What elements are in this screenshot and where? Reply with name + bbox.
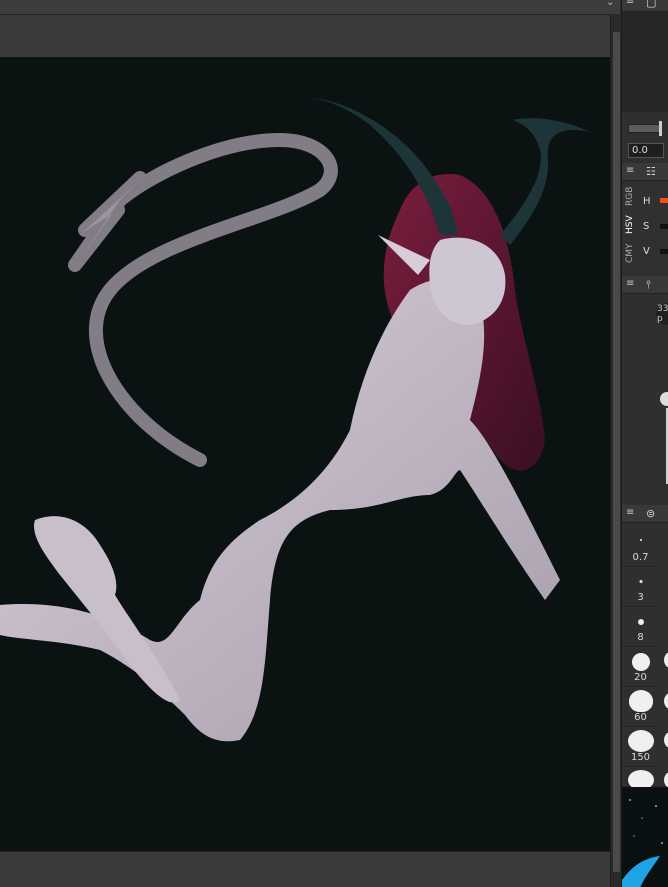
hue-slider[interactable] [660, 198, 668, 203]
canvas-toolbar [0, 14, 610, 57]
brush-size-value: 3 [637, 592, 644, 603]
brush-size-value: 8 [637, 632, 644, 643]
window-icon[interactable]: ▢ [646, 0, 656, 10]
scrollbar-thumb[interactable] [613, 32, 620, 872]
brush-size-item[interactable] [622, 767, 659, 790]
opacity-field[interactable]: 0.0 [628, 143, 664, 158]
brush-size-item[interactable]: 150 [622, 727, 659, 767]
artwork-painting [0, 98, 590, 742]
pen-panel-header: ≡ ⫯ [622, 276, 668, 294]
right-dock-panel: ≡ ▢ 0.0 ≡ ☷ RGB HSV CMY H S V ≡ ⫯ 33 p ≡… [621, 0, 668, 887]
value-label: V [643, 246, 650, 257]
brush-size-item[interactable]: 3 [622, 567, 659, 607]
brush-dot-icon [628, 690, 653, 712]
top-menu-strip [0, 0, 620, 14]
brush-size-value: 150 [630, 752, 651, 763]
drawing-canvas[interactable] [0, 57, 610, 851]
brush-size-list: 0.7 3 8 20 60 150 [622, 527, 668, 790]
brush-size-item[interactable]: 8 [622, 607, 659, 647]
panel-header-top: ≡ ▢ [622, 0, 668, 12]
navigator-image [622, 799, 663, 887]
brush-size-item[interactable]: 0.7 [622, 527, 659, 567]
navigator-preview[interactable] [622, 787, 668, 887]
brush-size-value: 0.7 [632, 552, 649, 563]
paint-app-window: ⌄ ≡ ▢ 0.0 ≡ ☷ RGB HSV CMY H S V ≡ ⫯ 33 p… [0, 0, 668, 887]
color-panel-header: ≡ ☷ [622, 163, 668, 181]
pen-size-readout: 33 p [657, 304, 668, 324]
empty-panel-area [622, 12, 668, 112]
status-bar [0, 851, 610, 887]
brush-size-item[interactable]: 20 [622, 647, 659, 687]
chevron-down-icon[interactable]: ⌄ [606, 0, 614, 8]
brush-size-item[interactable]: 60 [622, 687, 659, 727]
brush-dot-icon [627, 730, 654, 752]
saturation-slider[interactable] [660, 224, 668, 229]
pen-pressure-knob[interactable] [660, 392, 668, 406]
menu-icon[interactable]: ≡ [626, 163, 634, 179]
brush-dot-icon [639, 539, 642, 541]
opacity-slider-thumb[interactable] [659, 121, 662, 136]
brush-size-value: 60 [634, 712, 647, 723]
brush-size-icon[interactable]: ⊜ [646, 506, 655, 521]
menu-icon[interactable]: ≡ [626, 276, 634, 292]
pen-size-value: 33 [657, 304, 668, 314]
tab-rgb[interactable]: RGB [625, 184, 638, 208]
brush-dot-icon [631, 653, 650, 671]
saturation-label: S [643, 221, 650, 232]
brush-size-panel-header: ≡ ⊜ [622, 505, 668, 523]
color-sliders-icon[interactable]: ☷ [646, 164, 656, 179]
menu-icon[interactable]: ≡ [626, 0, 634, 10]
brush-dot-icon [637, 619, 644, 625]
hue-label: H [643, 196, 651, 207]
menu-icon[interactable]: ≡ [626, 505, 634, 521]
brush-size-value: 20 [634, 672, 647, 683]
value-slider[interactable] [660, 249, 668, 254]
pen-settings-icon[interactable]: ⫯ [646, 277, 651, 292]
tab-cmy[interactable]: CMY [625, 241, 638, 265]
canvas-vertical-scrollbar[interactable] [610, 14, 621, 887]
tab-hsv[interactable]: HSV [625, 212, 638, 238]
pen-size-unit: p [657, 314, 663, 324]
opacity-slider[interactable] [628, 124, 662, 133]
brush-dot-icon [639, 580, 642, 583]
